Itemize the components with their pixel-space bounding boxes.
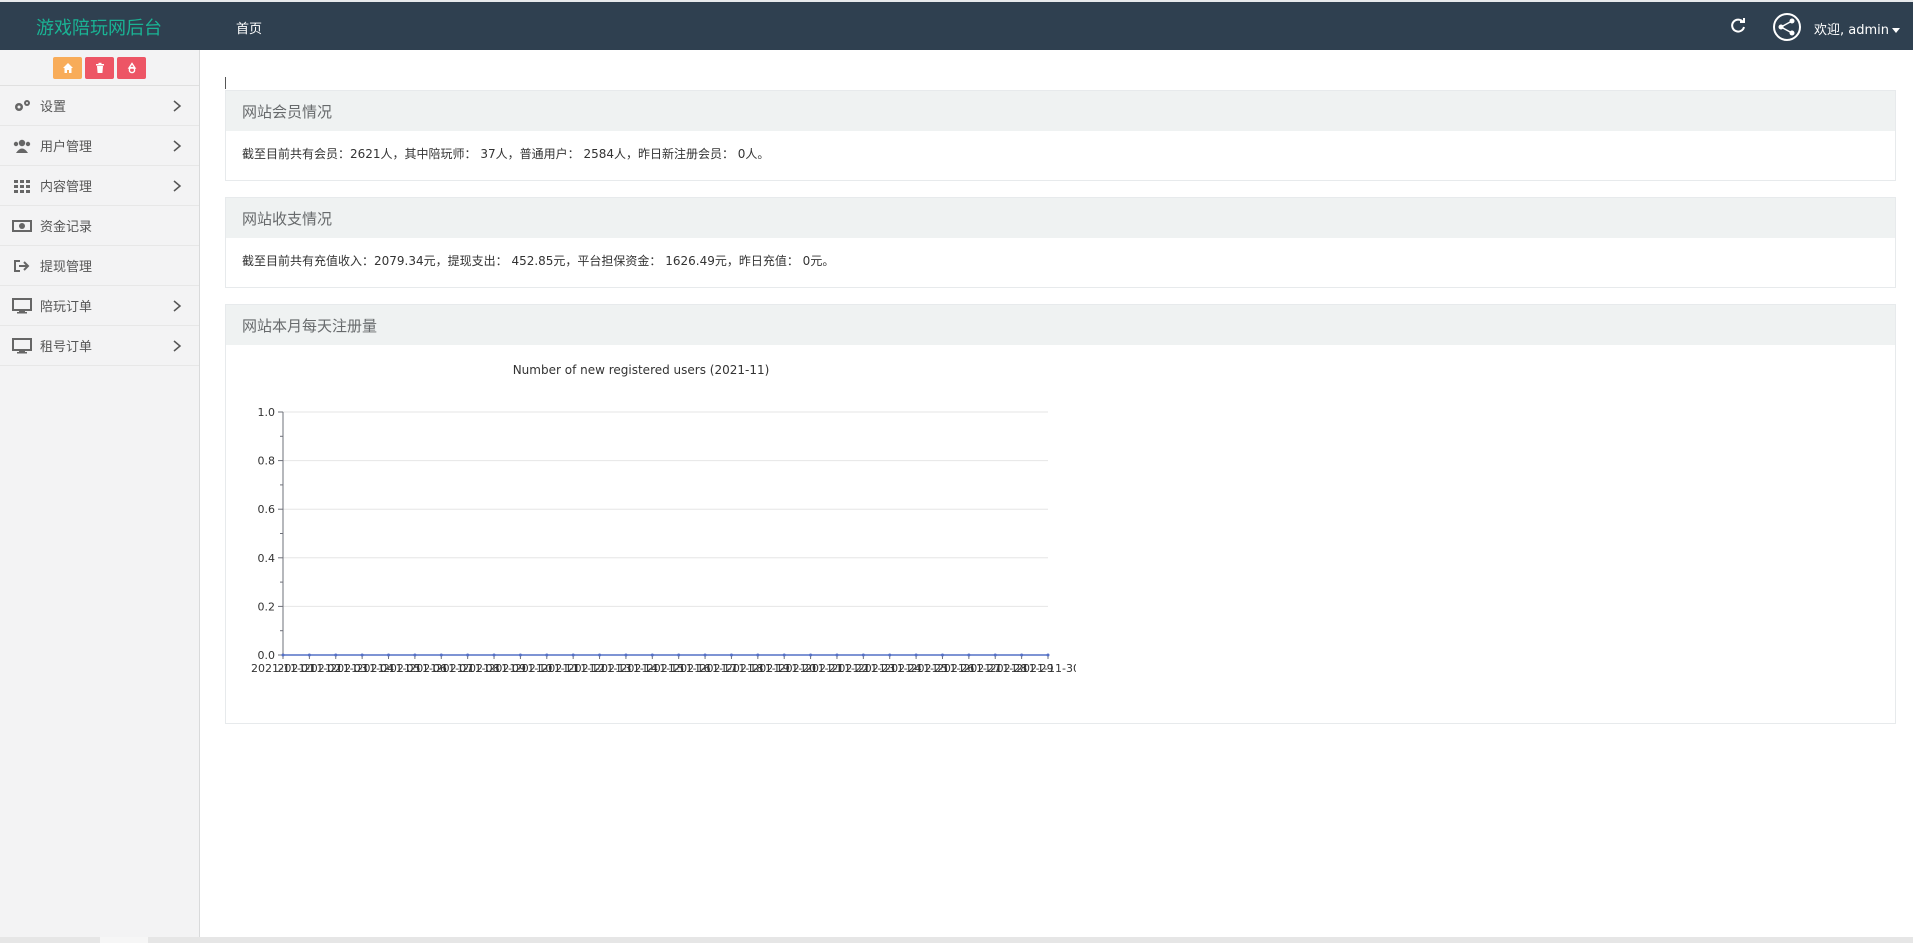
sidebar-item-settings[interactable]: 设置 [0, 86, 199, 126]
users-icon [12, 138, 32, 154]
sidebar-item-label: 资金记录 [40, 220, 93, 235]
recycle-icon [127, 61, 136, 73]
y-tick-label: 0.6 [258, 503, 276, 516]
recycle-button[interactable] [117, 56, 146, 79]
data-point [861, 653, 865, 657]
registrations-chart: Number of new registered users (2021-11)… [226, 345, 1076, 705]
data-point [387, 653, 391, 657]
clear-cache-button[interactable] [85, 56, 114, 79]
sidebar-item-label: 陪玩订单 [40, 300, 93, 315]
scrollbar-thumb[interactable] [100, 937, 148, 943]
registrations-panel-title: 网站本月每天注册量 [226, 305, 1895, 345]
avatar-icon[interactable] [1772, 12, 1802, 42]
desktop-icon [12, 337, 32, 354]
sidebar: 设置 用户管理 内容管理 资金记录 提现管理 陪玩订单 租号订单 [0, 50, 200, 943]
members-panel-text: 截至目前共有会员：2621人，其中陪玩师： 37人，普通用户： 2584人，昨日… [242, 147, 770, 161]
members-panel: 网站会员情况 截至目前共有会员：2621人，其中陪玩师： 37人，普通用户： 2… [225, 90, 1896, 181]
data-point [888, 653, 892, 657]
data-point [624, 653, 628, 657]
chevron-right-icon [173, 140, 182, 152]
sidebar-item-companion-orders[interactable]: 陪玩订单 [0, 286, 199, 326]
data-point [940, 653, 944, 657]
chevron-right-icon [173, 180, 182, 192]
finance-panel: 网站收支情况 截至目前共有充值收入：2079.34元，提现支出： 452.85元… [225, 197, 1896, 288]
data-point [307, 653, 311, 657]
sidebar-item-funds[interactable]: 资金记录 [0, 206, 199, 246]
data-point [756, 653, 760, 657]
sidebar-item-label: 租号订单 [40, 340, 93, 355]
gears-icon [12, 98, 32, 114]
refresh-icon[interactable] [1728, 16, 1748, 36]
y-tick-label: 0.8 [258, 455, 276, 468]
data-point [413, 653, 417, 657]
desktop-icon [12, 297, 32, 314]
finance-panel-title: 网站收支情况 [226, 198, 1895, 238]
data-point [439, 653, 443, 657]
chevron-right-icon [173, 300, 182, 312]
trash-icon [95, 62, 104, 73]
sidebar-item-users[interactable]: 用户管理 [0, 126, 199, 166]
sidebar-item-label: 提现管理 [40, 260, 93, 275]
data-point [598, 653, 602, 657]
data-point [729, 653, 733, 657]
y-tick-label: 0.0 [258, 649, 276, 662]
data-point [545, 653, 549, 657]
main-content: 网站会员情况 截至目前共有会员：2621人，其中陪玩师： 37人，普通用户： 2… [201, 50, 1913, 943]
data-point [993, 653, 997, 657]
finance-panel-text: 截至目前共有充值收入：2079.34元，提现支出： 452.85元，平台担保资金… [242, 254, 835, 268]
data-point [466, 653, 470, 657]
sidebar-item-withdrawals[interactable]: 提现管理 [0, 246, 199, 286]
registrations-panel: 网站本月每天注册量 Number of new registered users… [225, 304, 1896, 724]
members-panel-title: 网站会员情况 [226, 91, 1895, 131]
data-point [492, 653, 496, 657]
data-point [782, 653, 786, 657]
grid-icon [12, 178, 32, 194]
top-navbar: 游戏陪玩网后台 首页 欢迎, admin [0, 0, 1913, 50]
chart-canvas: 0.00.20.40.60.81.02021-11-012021-11-0220… [251, 406, 1076, 675]
y-tick-label: 0.2 [258, 600, 276, 613]
data-point [571, 653, 575, 657]
y-tick-label: 0.4 [258, 552, 276, 565]
sidebar-item-label: 内容管理 [40, 180, 93, 195]
sidebar-item-label: 用户管理 [40, 140, 93, 155]
welcome-text: 欢迎, admin [1814, 23, 1889, 38]
user-menu-toggle[interactable]: 欢迎, admin [1814, 19, 1900, 38]
data-point [703, 653, 707, 657]
data-point [835, 653, 839, 657]
data-point [281, 653, 285, 657]
sidebar-item-content[interactable]: 内容管理 [0, 166, 199, 206]
sidebar-item-rental-orders[interactable]: 租号订单 [0, 326, 199, 366]
sign-out-icon [12, 258, 32, 274]
data-point [809, 653, 813, 657]
data-point [518, 653, 522, 657]
x-tick-label: 2021-11-30 [1016, 662, 1076, 675]
sidebar-item-label: 设置 [40, 100, 67, 115]
y-tick-label: 1.0 [258, 406, 276, 419]
data-point [334, 653, 338, 657]
caret-down-icon [1892, 28, 1900, 33]
quick-actions [0, 50, 199, 86]
data-point [967, 653, 971, 657]
data-point [1020, 653, 1024, 657]
data-point [650, 653, 654, 657]
data-point [677, 653, 681, 657]
horizontal-scrollbar[interactable] [0, 937, 1913, 943]
home-icon [62, 62, 73, 73]
data-point [914, 653, 918, 657]
money-icon [12, 218, 32, 234]
data-point [1046, 653, 1050, 657]
brand-title[interactable]: 游戏陪玩网后台 [36, 14, 162, 40]
nav-home-link[interactable]: 首页 [236, 18, 262, 37]
chevron-right-icon [173, 340, 182, 352]
home-button[interactable] [53, 56, 82, 79]
chevron-right-icon [173, 100, 182, 112]
text-cursor [225, 77, 226, 89]
data-point [360, 653, 364, 657]
